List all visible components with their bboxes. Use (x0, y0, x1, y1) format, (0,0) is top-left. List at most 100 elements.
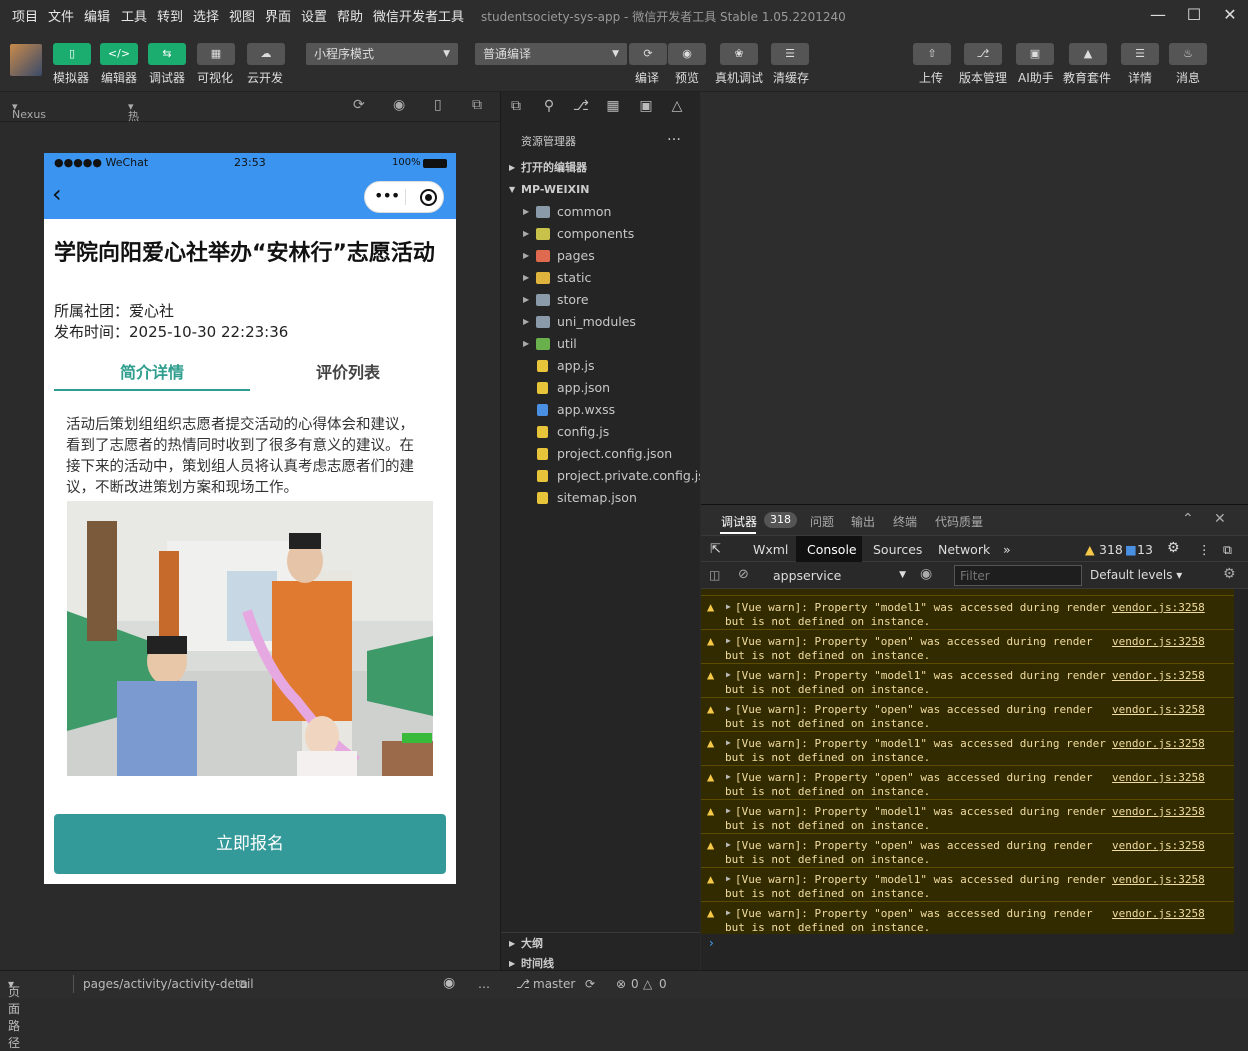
avatar[interactable] (10, 44, 42, 76)
menu-file[interactable]: 文件 (48, 6, 74, 25)
file-tree-item[interactable]: project.config.json (501, 443, 700, 465)
mode-select[interactable]: 小程序模式 ▼ (306, 43, 458, 65)
code-icon[interactable]: </> (100, 43, 138, 65)
menu-edit[interactable]: 编辑 (84, 6, 110, 25)
log-source-link[interactable]: vendor.js:3258 (1112, 805, 1205, 818)
tab-network[interactable]: Network (938, 542, 990, 557)
search-icon[interactable]: ⚲ (540, 98, 558, 116)
eye-icon[interactable]: ◉ (443, 975, 455, 991)
gear-icon[interactable]: ⚙ (1223, 566, 1236, 582)
console-log-row[interactable]: ▲ ▶ [Vue warn]: Property "open" was access… (701, 629, 1234, 663)
tab-output[interactable]: 输出 (851, 513, 875, 530)
log-source-link[interactable]: vendor.js:3258 (1112, 737, 1205, 750)
console-log-row[interactable]: ▲ ▶ [Vue warn]: Property "open" was access… (701, 901, 1234, 934)
file-tree-item[interactable]: ▶ store (501, 289, 700, 311)
filter-input[interactable] (954, 565, 1082, 586)
menu-select[interactable]: 选择 (193, 6, 219, 25)
outline-section[interactable]: ▶ 大纲 (501, 933, 700, 955)
visual-icon[interactable]: ▦ (197, 43, 235, 65)
tab-detail[interactable]: 简介详情 (54, 359, 250, 383)
extensions-icon[interactable]: ▦ (604, 98, 622, 116)
compile-select[interactable]: 普通编译 ▼ (475, 43, 627, 65)
file-tree-item[interactable]: ▶ pages (501, 245, 700, 267)
upload-icon[interactable]: ⇧ (913, 43, 951, 65)
more-icon[interactable]: … (667, 128, 681, 144)
expand-icon[interactable]: ▶ (726, 602, 731, 611)
details-icon[interactable]: ☰ (1121, 43, 1159, 65)
layers-icon[interactable]: ☰ (771, 43, 809, 65)
expand-icon[interactable]: ▶ (726, 772, 731, 781)
eye-icon[interactable]: ◉ (668, 43, 706, 65)
cloud-icon[interactable]: ☁ (247, 43, 285, 65)
branch-name[interactable]: master (533, 977, 575, 991)
console-log-row[interactable]: ▲ ▶ [Vue warn]: Property "open" was access… (701, 833, 1234, 867)
docker-icon[interactable]: △ (668, 98, 686, 116)
debug-icon[interactable]: ⇆ (148, 43, 186, 65)
log-source-link[interactable]: vendor.js:3258 (1112, 873, 1205, 886)
phone-icon[interactable]: ▯ (53, 43, 91, 65)
tab-code-quality[interactable]: 代码质量 (935, 513, 983, 530)
bug-icon[interactable]: ❀ (720, 43, 758, 65)
expand-icon[interactable]: ▶ (726, 840, 731, 849)
rotate-icon[interactable]: ⟳ (353, 97, 365, 113)
expand-icon[interactable]: ▶ (726, 806, 731, 815)
tab-reviews[interactable]: 评价列表 (250, 359, 446, 383)
more-icon[interactable]: ••• (374, 186, 400, 205)
project-section[interactable]: ▼ MP-WEIXIN (501, 179, 700, 201)
expand-icon[interactable]: ▶ (726, 704, 731, 713)
log-source-link[interactable]: vendor.js:3258 (1112, 839, 1205, 852)
file-tree-item[interactable]: ▶ util (501, 333, 700, 355)
back-icon[interactable]: ‹ (52, 181, 62, 207)
log-source-link[interactable]: vendor.js:3258 (1112, 635, 1205, 648)
hot-reload-select[interactable]: 热重载 关 ▾ (128, 100, 139, 171)
menu-project[interactable]: 项目 (12, 6, 38, 25)
console-log-row[interactable]: ▲ ▶ [Vue warn]: Property "model1" was acce… (701, 799, 1234, 833)
log-source-link[interactable]: vendor.js:3258 (1112, 703, 1205, 716)
console-log-row[interactable]: ▲ ▶ [Vue warn]: Property "model1" was acce… (701, 731, 1234, 765)
console-prompt[interactable]: › (701, 934, 1234, 971)
close-icon[interactable]: ✕ (1218, 4, 1242, 26)
phone-icon[interactable]: ▯ (434, 97, 442, 113)
file-tree-item[interactable]: app.json (501, 377, 700, 399)
menu-help[interactable]: 帮助 (337, 6, 363, 25)
popout-icon[interactable]: ⧉ (472, 97, 482, 113)
log-source-link[interactable]: vendor.js:3258 (1112, 601, 1205, 614)
menu-settings[interactable]: 设置 (301, 6, 327, 25)
levels-select[interactable]: Default levels ▾ (1090, 568, 1182, 582)
more-tabs-icon[interactable]: » (1003, 542, 1011, 557)
close-panel-icon[interactable]: ✕ (1214, 511, 1226, 527)
tab-terminal[interactable]: 终端 (893, 513, 917, 530)
file-tree-item[interactable]: app.js (501, 355, 700, 377)
menu-interface[interactable]: 界面 (265, 6, 291, 25)
branch-icon[interactable]: ⎇ (516, 977, 530, 991)
sidebar-toggle-icon[interactable]: ◫ (709, 568, 720, 582)
log-source-link[interactable]: vendor.js:3258 (1112, 907, 1205, 920)
expand-icon[interactable]: ▶ (726, 636, 731, 645)
file-tree-item[interactable]: ▶ components (501, 223, 700, 245)
files-icon[interactable]: ⧉ (507, 98, 525, 116)
error-count[interactable]: 0 (631, 977, 639, 991)
kebab-icon[interactable]: ⋮ (1198, 542, 1211, 557)
maximize-icon[interactable]: ☐ (1182, 4, 1206, 26)
expand-icon[interactable]: ▶ (726, 908, 731, 917)
console-log-row[interactable]: ▲ ▶ [Vue warn]: Property "model1" was acce… (701, 595, 1234, 629)
file-tree-item[interactable]: ▶ uni_modules (501, 311, 700, 333)
expand-icon[interactable]: ▶ (726, 874, 731, 883)
education-icon[interactable]: ▲ (1069, 43, 1107, 65)
expand-icon[interactable]: ▶ (726, 670, 731, 679)
log-source-link[interactable]: vendor.js:3258 (1112, 669, 1205, 682)
tab-wxml[interactable]: Wxml (753, 542, 788, 557)
sync-icon[interactable]: ⟳ (585, 977, 595, 991)
tab-problems[interactable]: 问题 (810, 513, 834, 530)
save-icon[interactable]: ▣ (637, 98, 655, 116)
console-log-row[interactable]: ▲ ▶ [Vue warn]: Property "model1" was acce… (701, 663, 1234, 697)
gear-icon[interactable]: ⚙ (1167, 540, 1180, 556)
file-tree-item[interactable]: sitemap.json (501, 487, 700, 509)
signup-button[interactable]: 立即报名 (54, 814, 446, 874)
tab-debugger[interactable]: 调试器 (721, 513, 757, 530)
menu-tools[interactable]: 工具 (121, 6, 147, 25)
console-log-row[interactable]: ▲ ▶ [Vue warn]: Property "open" was access… (701, 697, 1234, 731)
stop-icon[interactable]: ◉ (393, 97, 405, 113)
page-path-select[interactable]: 页面路径 ▾ (8, 977, 20, 1050)
file-tree-item[interactable]: ▶ common (501, 201, 700, 223)
